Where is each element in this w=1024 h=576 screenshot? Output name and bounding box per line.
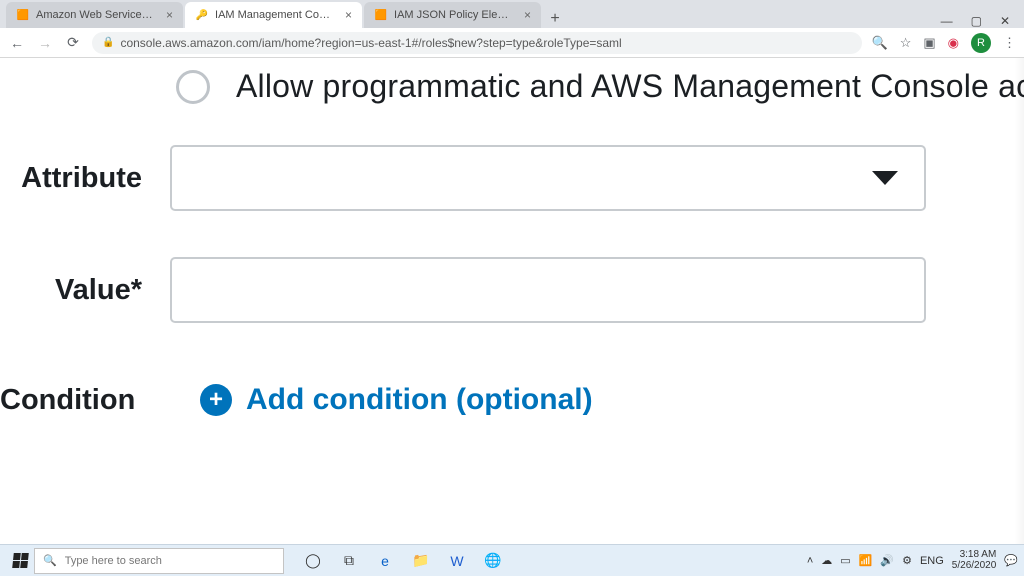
task-view-icon[interactable]: ⧉	[338, 550, 360, 572]
tab-title: Amazon Web Services Sign-In	[36, 9, 156, 21]
tab-close-icon[interactable]: ×	[345, 8, 352, 22]
value-label: Value*	[0, 274, 170, 307]
url-input[interactable]: 🔒 console.aws.amazon.com/iam/home?region…	[92, 32, 862, 54]
word-icon[interactable]: W	[446, 550, 468, 572]
scrollbar[interactable]	[1014, 58, 1024, 544]
edge-icon[interactable]: e	[374, 550, 396, 572]
profile-avatar[interactable]: R	[971, 33, 991, 53]
search-icon: 🔍	[43, 554, 57, 567]
value-row: Value*	[0, 257, 1024, 323]
favicon-aws-icon: 🟧	[16, 8, 30, 22]
tab-title: IAM Management Console	[215, 9, 335, 21]
attribute-label: Attribute	[0, 162, 170, 195]
system-tray: ˄ ☁ ▭ 📶 🔊 ⚙ ENG 3:18 AM 5/26/2020 💬	[807, 550, 1018, 571]
clock-date: 5/26/2020	[952, 561, 997, 572]
tab-strip: 🟧 Amazon Web Services Sign-In × 🔑 IAM Ma…	[0, 0, 1024, 28]
battery-icon[interactable]: ▭	[840, 554, 850, 567]
nav-reload-icon[interactable]: ⟳	[64, 34, 82, 51]
action-center-icon[interactable]: 💬	[1004, 554, 1018, 567]
file-explorer-icon[interactable]: 📁	[410, 550, 432, 572]
plus-circle-icon: +	[200, 384, 232, 416]
condition-label: Condition	[0, 384, 170, 417]
bookmark-star-icon[interactable]: ☆	[900, 35, 912, 51]
page-content: Allow programmatic and AWS Management Co…	[0, 58, 1024, 544]
network-icon[interactable]: ⚙	[902, 554, 912, 567]
volume-icon[interactable]: 🔊	[880, 554, 894, 567]
clock-time: 3:18 AM	[952, 550, 997, 561]
lock-icon: 🔒	[102, 37, 114, 48]
browser-tab-iam-console[interactable]: 🔑 IAM Management Console ×	[185, 2, 362, 28]
window-restore-icon[interactable]: ▢	[971, 14, 982, 28]
windows-taskbar: 🔍 Type here to search ◯ ⧉ e 📁 W 🌐 ˄ ☁ ▭ …	[0, 544, 1024, 576]
window-minimize-icon[interactable]: —	[941, 14, 953, 28]
access-type-radio-row[interactable]: Allow programmatic and AWS Management Co…	[176, 68, 1024, 105]
language-indicator[interactable]: ENG	[920, 555, 944, 567]
attribute-select[interactable]	[170, 145, 926, 211]
add-condition-text: Add condition (optional)	[246, 383, 593, 417]
taskbar-pinned-apps: ◯ ⧉ e 📁 W 🌐	[302, 550, 504, 572]
window-controls: — ▢ ✕	[941, 14, 1024, 28]
nav-back-icon[interactable]: ←	[8, 35, 26, 51]
cortana-icon[interactable]: ◯	[302, 550, 324, 572]
browser-chrome: 🟧 Amazon Web Services Sign-In × 🔑 IAM Ma…	[0, 0, 1024, 58]
taskbar-search-input[interactable]: 🔍 Type here to search	[34, 548, 284, 574]
start-button[interactable]	[6, 547, 34, 575]
tab-title: IAM JSON Policy Elements Refere	[394, 9, 514, 21]
access-type-radio-label: Allow programmatic and AWS Management Co…	[236, 68, 1024, 105]
tab-close-icon[interactable]: ×	[524, 8, 531, 22]
zoom-icon[interactable]: 🔍	[872, 35, 888, 51]
chrome-icon[interactable]: 🌐	[482, 550, 504, 572]
condition-row: Condition + Add condition (optional)	[0, 383, 1024, 417]
kebab-menu-icon[interactable]: ⋮	[1003, 35, 1016, 51]
extension-icon[interactable]: ◉	[948, 35, 959, 51]
favicon-iam-icon: 🔑	[195, 8, 209, 22]
cast-icon[interactable]: ▣	[923, 35, 935, 51]
browser-tab-iam-json[interactable]: 🟧 IAM JSON Policy Elements Refere ×	[364, 2, 541, 28]
toolbar-right: 🔍 ☆ ▣ ◉ R ⋮	[872, 33, 1016, 53]
browser-tab-aws-signin[interactable]: 🟧 Amazon Web Services Sign-In ×	[6, 2, 183, 28]
favicon-aws-icon: 🟧	[374, 8, 388, 22]
window-close-icon[interactable]: ✕	[1000, 14, 1010, 28]
url-text: console.aws.amazon.com/iam/home?region=u…	[120, 36, 621, 50]
wifi-icon[interactable]: 📶	[859, 554, 873, 567]
value-input[interactable]	[170, 257, 926, 323]
radio-unselected-icon[interactable]	[176, 70, 210, 104]
attribute-row: Attribute	[0, 145, 1024, 211]
windows-logo-icon	[12, 553, 29, 568]
taskbar-clock[interactable]: 3:18 AM 5/26/2020	[952, 550, 997, 571]
tab-close-icon[interactable]: ×	[166, 8, 173, 22]
nav-forward-icon[interactable]: →	[36, 35, 54, 51]
onedrive-icon[interactable]: ☁	[821, 554, 832, 567]
add-condition-button[interactable]: + Add condition (optional)	[200, 383, 593, 417]
new-tab-button[interactable]: +	[543, 10, 567, 28]
chevron-down-icon	[872, 171, 898, 185]
search-placeholder: Type here to search	[65, 555, 162, 567]
tray-chevron-up-icon[interactable]: ˄	[807, 555, 813, 567]
address-bar: ← → ⟳ 🔒 console.aws.amazon.com/iam/home?…	[0, 28, 1024, 58]
